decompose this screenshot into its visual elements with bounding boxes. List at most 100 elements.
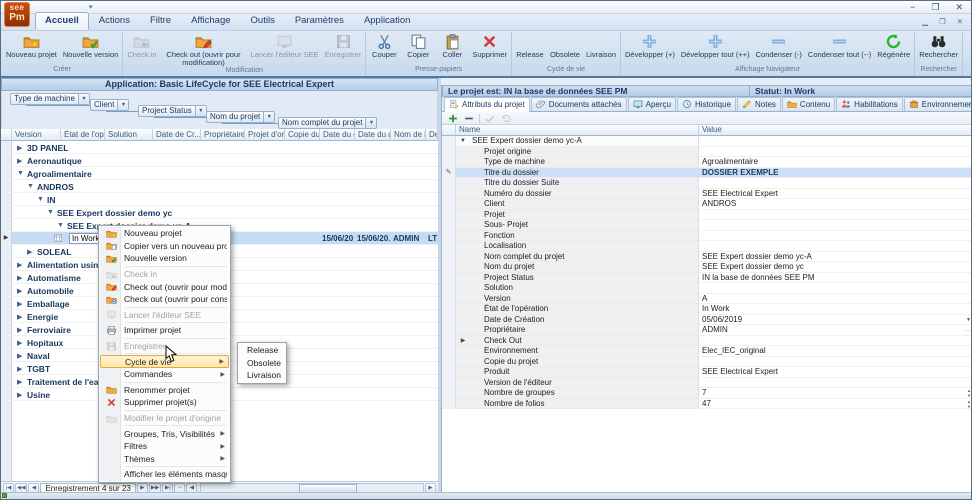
attribute-row-titre-du-dossier[interactable]: ✎Titre du dossierDOSSIER EXEMPLE	[442, 168, 972, 179]
menu-item-supprimer-projet-s[interactable]: Supprimer projet(s)	[100, 396, 229, 409]
expand-icon[interactable]: ▶	[17, 313, 22, 321]
attribute-value[interactable]	[699, 357, 972, 368]
tree-column-header-date-de-cr[interactable]: Date de Cr...	[153, 129, 201, 141]
attribute-value[interactable]: SEE Electrical Expert	[699, 189, 972, 200]
attribute-row-nombre-de-folios[interactable]: Nombre de folios47▲▼	[442, 399, 972, 410]
dropdown-arrow-icon[interactable]: ▼	[966, 315, 971, 325]
attribute-value[interactable]	[699, 178, 972, 189]
tree-column-header-copie-du-pr[interactable]: Copie du pr...	[285, 129, 320, 141]
ribbon-button-d-velopper-tout[interactable]: Développer tout (++)	[678, 32, 753, 59]
ribbon-button-supprimer[interactable]: Supprimer	[469, 32, 510, 59]
group-by-nom-du-projet[interactable]: Nom du projet▼	[206, 111, 275, 123]
child-restore-button[interactable]: ❐	[939, 17, 946, 26]
ribbon-button-couper[interactable]: Couper	[367, 32, 401, 59]
expand-icon[interactable]: ▶	[17, 326, 22, 334]
chevron-down-icon[interactable]: ▼	[78, 94, 89, 104]
expand-icon[interactable]: ▶	[17, 391, 22, 399]
attribute-value[interactable]	[699, 231, 972, 242]
group-by-nom-complet-du-projet[interactable]: Nom complet du projet▼	[278, 117, 377, 129]
tree-row-in[interactable]: ▼IN	[1, 193, 438, 206]
chevron-down-icon[interactable]: ▼	[117, 100, 128, 110]
tree-column-header-version[interactable]: Version	[12, 129, 61, 141]
menu-item-check-out-ouvrir-pour-modification[interactable]: Check out (ouvrir pour modification)	[100, 280, 229, 293]
tab-contenu[interactable]: Contenu	[782, 97, 835, 111]
tree-column-header-solution[interactable]: Solution	[105, 129, 153, 141]
attribute-row-project-status[interactable]: Project StatusIN la base de données SEE …	[442, 273, 972, 284]
attribute-row-type-de-machine[interactable]: Type de machineAgroalimentaire	[442, 157, 972, 168]
submenu-item-release[interactable]: Release	[239, 344, 285, 357]
spin-buttons[interactable]: ▲▼	[967, 388, 971, 398]
attribute-row-copie-du-projet[interactable]: Copie du projet	[442, 357, 972, 368]
menu-item-afficher-les-l-ments-masqu-s[interactable]: Afficher les éléments masqués	[100, 468, 229, 481]
collapse-icon[interactable]: ▼	[37, 196, 44, 203]
attribute-value[interactable]: A	[699, 294, 972, 305]
ribbon-button-r-g-n-re[interactable]: Régénère	[874, 32, 913, 59]
child-close-button[interactable]: ✕	[957, 17, 963, 26]
attribute-row-environnement[interactable]: EnvironnementElec_IEC_original	[442, 346, 972, 357]
ribbon-button-rechercher[interactable]: Rechercher	[916, 32, 961, 59]
attribute-value[interactable]	[699, 336, 972, 347]
tree-row-andros[interactable]: ▼ANDROS	[1, 180, 438, 193]
menu-item-groupes-tris-visibilit-s[interactable]: Groupes, Tris, Visibilités▶	[100, 427, 229, 440]
menu-item-th-mes[interactable]: Thèmes▶	[100, 453, 229, 466]
ribbon-tab-outils[interactable]: Outils	[241, 12, 285, 30]
tree-column-header-projet-d-ori[interactable]: Projet d'ori...	[245, 129, 285, 141]
attribute-value[interactable]: ANDROS	[699, 199, 972, 210]
submenu-item-livraison[interactable]: Livraison	[239, 369, 285, 382]
menu-item-check-out-ouvrir-pour-consultation[interactable]: Check out (ouvrir pour consultation)	[100, 293, 229, 306]
attribute-value[interactable]	[699, 241, 972, 252]
ribbon-tab-param-tres[interactable]: Paramètres	[285, 12, 354, 30]
attribute-value[interactable]	[699, 220, 972, 231]
attribute-row-produit[interactable]: ProduitSEE Electrical Expert	[442, 367, 972, 378]
menu-item-filtres[interactable]: Filtres▶	[100, 440, 229, 453]
ribbon-button-coller[interactable]: Coller	[435, 32, 469, 59]
tab-historique[interactable]: Historique	[677, 97, 736, 111]
expand-icon[interactable]: ▶	[17, 378, 22, 386]
attribute-value[interactable]	[699, 283, 972, 294]
attribute-value[interactable]: 47▲▼	[699, 399, 972, 410]
add-button[interactable]	[447, 113, 459, 124]
attribute-value[interactable]: In Work	[699, 304, 972, 315]
ribbon-tab-actions[interactable]: Actions	[89, 12, 140, 30]
submenu-item-obsolete[interactable]: Obsolete	[239, 357, 285, 370]
attribute-value[interactable]	[699, 210, 972, 221]
tab-aper-u[interactable]: Aperçu	[628, 97, 676, 111]
tree-column-header-date-du-de[interactable]: Date du de...	[355, 129, 391, 141]
attribute-row-date-de-cr-ation[interactable]: Date de Création05/06/2019▼	[442, 315, 972, 326]
expand-icon[interactable]: ▶	[17, 287, 22, 295]
ribbon-tab-accueil[interactable]: Accueil	[35, 12, 89, 30]
menu-item-renommer-projet[interactable]: Renommer projet	[100, 384, 229, 397]
tree-column-header-dernie[interactable]: Dernie...	[426, 129, 438, 141]
expand-icon[interactable]: ▶	[17, 339, 22, 347]
collapse-icon[interactable]: ▼	[57, 222, 64, 229]
chevron-down-icon[interactable]: ▼	[365, 118, 376, 128]
close-button[interactable]: ✕	[955, 2, 963, 13]
attribute-row-localisation[interactable]: Localisation	[442, 241, 972, 252]
ribbon-button-copier[interactable]: Copier	[401, 32, 435, 59]
attribute-row-nombre-de-groupes[interactable]: Nombre de groupes7▲▼	[442, 388, 972, 399]
attribute-row-see-expert-dossier-demo-yc-a[interactable]: ▼SEE Expert dossier demo yc-A	[442, 136, 972, 147]
tree-column-header-propri-taire[interactable]: Propriétaire	[201, 129, 245, 141]
attribute-row-nom-du-projet[interactable]: Nom du projetSEE Expert dossier demo yc	[442, 262, 972, 273]
group-by-type-de-machine[interactable]: Type de machine▼	[10, 93, 90, 105]
ribbon-button-condenser-tout[interactable]: Condenser tout (--)	[805, 32, 874, 59]
attribute-value[interactable]: Agroalimentaire	[699, 157, 972, 168]
collapse-icon[interactable]: ▼	[17, 170, 24, 177]
ribbon-button-release[interactable]: Release	[513, 32, 547, 59]
minimize-button[interactable]: −	[910, 2, 915, 13]
tab-habilitations[interactable]: Habilitations	[836, 97, 903, 111]
expand-icon[interactable]: ▶	[17, 365, 22, 373]
group-by-client[interactable]: Client▼	[90, 99, 129, 111]
tree-column-header-nom-de-l-uti[interactable]: Nom de l'uti...	[391, 129, 426, 141]
expand-icon[interactable]: ▶	[17, 352, 22, 360]
attribute-value[interactable]	[699, 136, 972, 147]
tree-column-header-tat-de-l-op[interactable]: État de l'op...	[61, 129, 105, 141]
ribbon-button-nouveau-projet[interactable]: Nouveau projet	[3, 32, 60, 59]
group-by-project-status[interactable]: Project Status▼	[138, 105, 207, 117]
tab-documents-attach-s[interactable]: Documents attachés	[531, 97, 627, 111]
attribute-value[interactable]: SEE Expert dossier demo yc	[699, 262, 972, 273]
tab-environnement[interactable]: Environnement	[904, 97, 972, 111]
child-minimize-button[interactable]: ▁	[922, 17, 928, 26]
expand-icon[interactable]: ▶	[17, 144, 22, 152]
expand-icon[interactable]: ▶	[17, 261, 22, 269]
